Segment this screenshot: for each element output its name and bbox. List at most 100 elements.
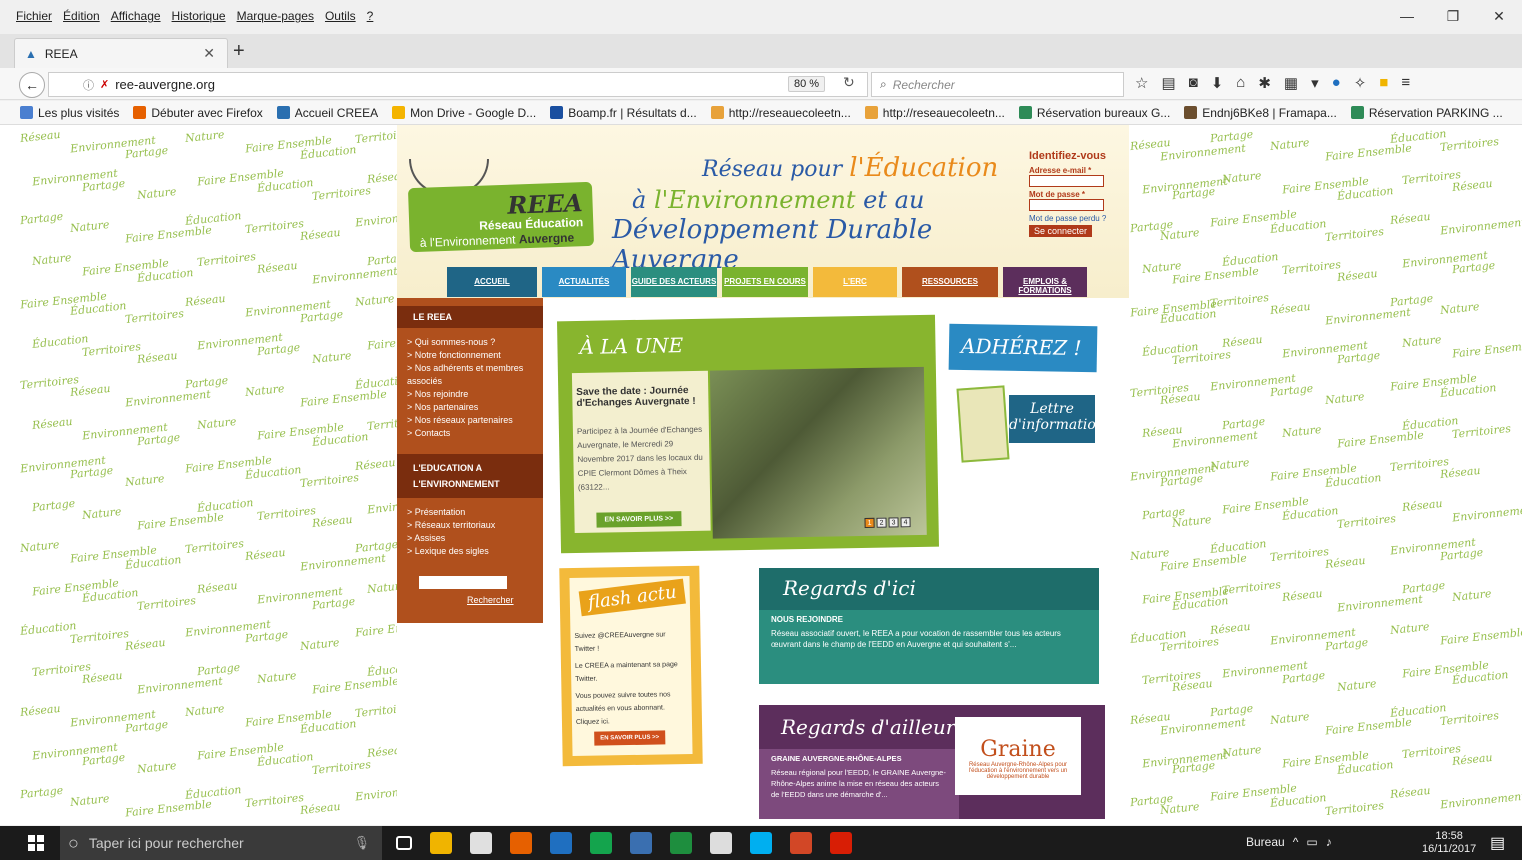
left-menu-item[interactable]: > Nos rejoindre [407,388,543,401]
drop-icon[interactable]: ● [1332,74,1341,92]
left-menu-item[interactable]: > Notre fonctionnement [407,349,543,362]
bookmark-item[interactable]: Boamp.fr | Résultats d... [550,106,697,120]
taskbar-app-icon[interactable] [550,832,572,854]
nav-tab[interactable]: PROJETS EN COURS [722,267,808,297]
back-button[interactable]: ← [19,72,45,98]
pager-item[interactable]: 4 [900,517,911,528]
graine-logo[interactable]: Graine Réseau Auvergne-Rhône-Alpes pour … [955,717,1081,795]
lost-password-link[interactable]: Mot de passe perdu ? [1029,214,1119,223]
left-menu-item[interactable]: > Lexique des sigles [407,545,543,558]
taskbar-app-icon[interactable] [396,836,412,850]
nav-tab[interactable]: ACCUEIL [447,267,537,297]
hamburger-menu-icon[interactable]: ≡ [1401,74,1410,92]
home-icon[interactable]: ⌂ [1236,74,1245,92]
pager-item[interactable]: 2 [876,517,887,528]
network-icon[interactable]: ▭ [1306,835,1317,849]
puzzle-icon[interactable]: ✧ [1354,74,1367,92]
library-icon[interactable]: ▤ [1161,74,1175,92]
left-menu-item[interactable]: > Nos partenaires [407,401,543,414]
pocket-icon[interactable]: ◙ [1189,74,1198,92]
bookmark-item[interactable]: http://reseauecoleetn... [864,106,1005,120]
pager-item[interactable]: 3 [888,517,899,528]
zoom-level[interactable]: 80 % [788,76,826,92]
taskbar-app-icon[interactable] [670,832,692,854]
taskbar-app-icon[interactable] [590,832,612,854]
flash-more-button[interactable]: EN SAVOIR PLUS >> [594,730,666,746]
bookmark-star-icon[interactable]: ☆ [1135,74,1148,92]
extension-icon[interactable]: ✱ [1258,74,1271,92]
nav-tab[interactable]: EMPLOIS & FORMATIONS [1003,267,1087,297]
taskbar-app-icon[interactable] [790,832,812,854]
restore-button[interactable]: ❐ [1430,8,1476,25]
taskbar-app-icon[interactable] [830,832,852,854]
password-field[interactable] [1029,199,1104,211]
info-icon[interactable]: ⓘ [83,77,94,93]
left-menu-item[interactable]: > Présentation [407,506,543,519]
bookmark-item[interactable]: http://reseauecoleetn... [710,106,851,120]
bookmark-item[interactable]: Accueil CREEA [276,106,378,120]
site-search-input[interactable] [419,576,507,589]
nav-tab[interactable]: RESSOURCES [902,267,998,297]
minimize-button[interactable]: — [1384,8,1430,25]
taskbar-app-icon[interactable] [750,832,772,854]
taskbar-app-icon[interactable] [510,832,532,854]
adherez-button[interactable]: ADHÉREZ ! [948,323,1098,373]
bookmark-item[interactable]: Réservation bureaux G... [1018,106,1170,120]
taskbar-clock[interactable]: 18:58 16/11/2017 [1422,830,1476,856]
chevron-up-icon[interactable]: ^ [1293,835,1299,849]
reload-icon[interactable]: ↻ [843,74,855,91]
tab-reea[interactable]: ▲ REEA ✕ [14,38,228,68]
nav-tab[interactable]: ACTUALITÉS [542,267,626,297]
download-icon[interactable]: ⬇ [1211,74,1224,92]
bookmark-item[interactable]: Endnj6BKe8 | Framapa... [1184,106,1337,120]
menu-item[interactable]: Outils [325,9,356,23]
taskbar-app-icon[interactable] [710,832,732,854]
ici-subtitle[interactable]: NOUS REJOINDRE [771,614,1087,625]
bookmark-item[interactable]: Les plus visités [20,106,119,120]
reea-logo[interactable]: REEA Réseau Éducation à l'Environnement … [407,181,595,253]
url-bar[interactable]: ⓘ ✗ ree-auvergne.org [48,72,868,97]
new-tab-button[interactable]: + [233,40,245,63]
email-field[interactable] [1029,175,1104,187]
taskbar-app-icon[interactable] [630,832,652,854]
menu-item[interactable]: ? [367,9,374,23]
menu-item[interactable]: Affichage [111,9,161,23]
ailleurs-subtitle[interactable]: GRAINE AUVERGNE-RHÔNE-ALPES [771,753,947,764]
left-menu-item[interactable]: > Nos adhérents et membres associés [407,362,543,388]
microphone-icon[interactable]: 🎙 [353,835,370,851]
search-input[interactable]: ⌕ Rechercher [871,72,1124,97]
taskbar-app-icon[interactable] [430,832,452,854]
notification-icon[interactable]: ▤ [1490,833,1505,853]
bookmark-item[interactable]: Réservation PARKING ... [1350,106,1503,120]
menu-item[interactable]: Édition [63,9,100,23]
une-more-button[interactable]: EN SAVOIR PLUS >> [596,511,682,528]
note-icon[interactable]: ■ [1379,74,1388,92]
left-menu-item[interactable]: > Qui sommes-nous ? [407,336,543,349]
menu-item[interactable]: Fichier [16,9,52,23]
volume-icon[interactable]: ♪ [1326,835,1332,849]
nav-tab[interactable]: L'ERC [813,267,897,297]
left-menu-item[interactable]: > Nos réseaux partenaires [407,414,543,427]
left-menu-item[interactable]: > Réseaux territoriaux [407,519,543,532]
nav-tab[interactable]: GUIDE DES ACTEURS [631,267,717,297]
windows-start-icon[interactable] [28,835,44,851]
newsletter-button[interactable]: Lettre d'information [1009,395,1105,443]
bookmark-item[interactable]: Débuter avec Firefox [133,106,263,120]
close-window-button[interactable]: ✕ [1476,8,1522,25]
tray-label[interactable]: Bureau [1246,835,1285,849]
une-headline[interactable]: Save the date : Journée d'Echanges Auver… [572,371,709,409]
menu-item[interactable]: Marque-pages [237,9,314,23]
dropdown-icon[interactable]: ▾ [1311,74,1319,92]
close-tab-icon[interactable]: ✕ [203,45,215,62]
taskbar-app-icon[interactable] [470,832,492,854]
newsletter-thumbnail[interactable] [956,385,1010,463]
menu-item[interactable]: Historique [172,9,226,23]
left-menu-item[interactable]: > Assises [407,532,543,545]
taskbar-search-input[interactable]: ○ Taper ici pour rechercher 🎙 [60,826,382,860]
site-search-link[interactable]: Rechercher [467,595,543,605]
clipboard-icon[interactable]: ▦ [1284,74,1298,92]
left-menu-item[interactable]: > Contacts [407,427,543,440]
bookmark-item[interactable]: Mon Drive - Google D... [392,106,536,120]
connect-button[interactable]: Se connecter [1029,225,1093,237]
pager-item[interactable]: 1 [864,517,875,528]
